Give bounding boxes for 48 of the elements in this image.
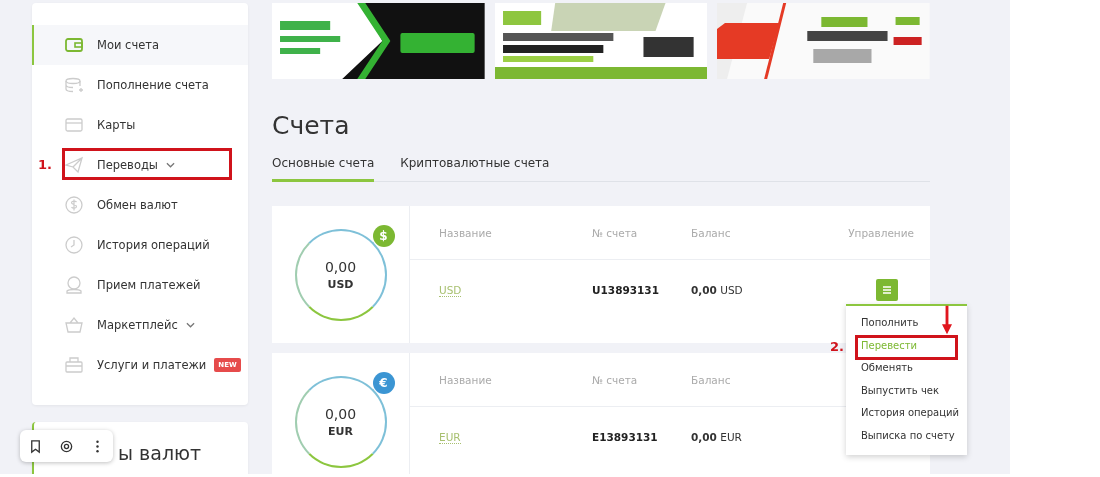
sidebar-item[interactable]: История операций	[62, 225, 248, 265]
annotation-arrow	[942, 304, 952, 336]
column-header: Название	[439, 373, 492, 386]
sidebar-item[interactable]: Мои счета	[32, 25, 248, 65]
card-title: ы валют	[118, 442, 202, 464]
card-icon	[64, 115, 84, 135]
account-balance: 0,00 USD	[691, 284, 743, 296]
lens-icon[interactable]	[59, 438, 74, 454]
bookmark-icon[interactable]	[28, 438, 43, 454]
currency-badge: €	[372, 371, 395, 394]
menu-item[interactable]: Выпустить чек	[846, 379, 967, 402]
balance-amount: 0,00	[324, 405, 357, 422]
basket-icon	[64, 315, 84, 335]
column-header: № счета	[592, 373, 638, 386]
coins-icon	[64, 75, 84, 95]
account-balance: 0,00 EUR	[691, 431, 742, 443]
currency-code: EUR	[328, 424, 353, 438]
dollar-coin-icon	[64, 195, 84, 215]
menu-item[interactable]: Обменять	[846, 357, 967, 380]
menu-item[interactable]: Пополнить	[846, 312, 967, 335]
account-number: U13893131	[592, 284, 659, 296]
balance-amount: 0,00	[324, 258, 357, 275]
column-header: Баланс	[691, 226, 731, 239]
column-header: Баланс	[691, 373, 731, 386]
sidebar-item[interactable]: Обмен валют	[62, 185, 248, 225]
gift-icon	[64, 355, 84, 375]
menu-item[interactable]: Выписка по счету	[846, 424, 967, 447]
sidebar-item[interactable]: Переводы	[62, 145, 248, 185]
account-number: E13893131	[592, 431, 658, 443]
annotation-number: 1.	[38, 157, 52, 172]
sidebar-item[interactable]: Карты	[62, 105, 248, 145]
menu-item[interactable]: История операций	[846, 402, 967, 425]
currency-code: USD	[327, 277, 354, 291]
clock-icon	[64, 235, 84, 255]
column-header: Название	[439, 226, 492, 239]
annotation-number: 2.	[830, 338, 844, 354]
wallet-icon	[64, 35, 84, 55]
tab[interactable]: Основные счета	[272, 150, 375, 182]
column-header: Управление	[848, 226, 914, 239]
page-title: Счета	[272, 110, 351, 142]
sidebar-item[interactable]: Маркетплейс	[62, 305, 248, 345]
tab[interactable]: Криптовалютные счета	[400, 150, 550, 182]
sidebar-item[interactable]: Прием платежей	[62, 265, 248, 305]
sidebar-item[interactable]: Пополнение счета	[62, 65, 248, 105]
menu-icon	[882, 285, 892, 295]
paper-plane-icon	[64, 155, 84, 175]
currency-badge: $	[372, 224, 395, 247]
column-header: № счета	[592, 226, 638, 239]
